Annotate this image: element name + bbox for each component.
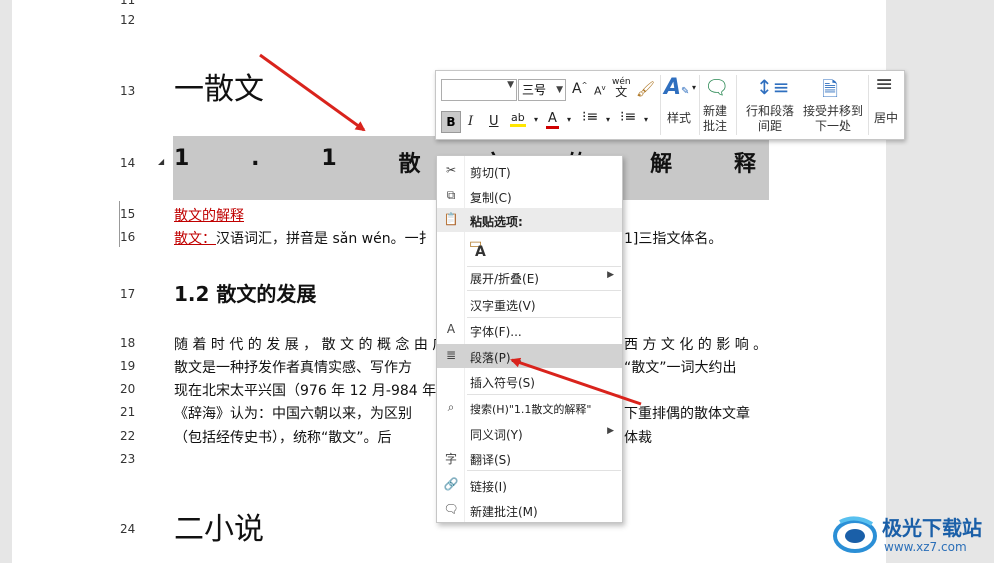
annotation-arrow bbox=[259, 53, 366, 132]
watermark-logo-icon bbox=[833, 516, 877, 553]
watermark-url: www.xz7.com bbox=[884, 540, 967, 554]
annotation-arrow bbox=[510, 357, 642, 406]
annotation-arrows bbox=[259, 53, 642, 406]
watermark: 极光下载站 www.xz7.com bbox=[832, 508, 992, 560]
watermark-title: 极光下载站 bbox=[882, 516, 982, 540]
